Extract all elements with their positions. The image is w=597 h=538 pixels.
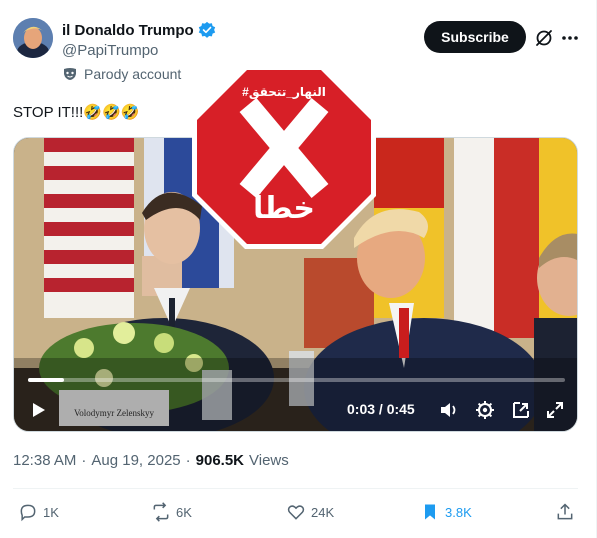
video-progress-bar[interactable] xyxy=(28,378,565,382)
video-progress-fill xyxy=(28,378,64,382)
stamp-hashtag: #النهار_تتحقق xyxy=(242,85,326,99)
tweet-card: il Donaldo Trumpo @PapiTrumpo Parody acc… xyxy=(0,0,597,538)
mask-icon xyxy=(64,68,76,80)
more-options-icon[interactable] xyxy=(560,28,580,48)
heart-icon xyxy=(287,505,305,520)
picture-in-picture-icon[interactable] xyxy=(511,400,531,420)
bookmark-filled-icon xyxy=(425,504,435,520)
bookmark-count: 3.8K xyxy=(445,504,472,520)
video-time: 0:03 / 0:45 xyxy=(347,401,415,417)
reply-count: 1K xyxy=(43,504,59,520)
share-button[interactable] xyxy=(555,502,575,522)
views-label: Views xyxy=(249,452,289,469)
meta-separator: · xyxy=(185,452,191,469)
repost-icon xyxy=(153,502,169,522)
author-handle[interactable]: @PapiTrumpo xyxy=(62,42,158,59)
verified-badge-icon xyxy=(198,21,215,38)
play-icon[interactable] xyxy=(28,400,48,420)
tweet-text: STOP IT!!!🤣🤣🤣 xyxy=(13,104,140,121)
like-button[interactable]: 24K xyxy=(286,502,334,522)
divider xyxy=(13,488,578,489)
author-name-row[interactable]: il Donaldo Trumpo xyxy=(62,21,216,39)
reply-icon xyxy=(20,504,36,522)
stamp-verdict: خطأ xyxy=(252,192,316,225)
like-count: 24K xyxy=(311,504,335,520)
tweet-meta: 12:38 AM · Aug 19, 2025 · 906.5K Views xyxy=(13,452,289,469)
fact-check-stamp: #النهار_تتحقق خطأ xyxy=(190,63,378,251)
share-icon xyxy=(557,503,573,520)
tweet-date[interactable]: Aug 19, 2025 xyxy=(91,452,180,469)
parody-label: Parody account xyxy=(62,66,181,82)
reply-button[interactable]: 1K xyxy=(18,502,59,522)
meta-separator: · xyxy=(81,452,87,469)
grok-icon[interactable] xyxy=(534,28,554,48)
views-count: 906.5K xyxy=(195,452,245,469)
avatar-image xyxy=(13,18,53,58)
parody-label-text: Parody account xyxy=(84,66,182,82)
avatar[interactable] xyxy=(13,18,53,58)
repost-button[interactable]: 6K xyxy=(151,502,192,522)
subscribe-button[interactable]: Subscribe xyxy=(424,21,526,53)
settings-gear-icon[interactable] xyxy=(475,400,495,420)
repost-count: 6K xyxy=(176,504,192,520)
tweet-time[interactable]: 12:38 AM xyxy=(13,452,76,469)
bookmark-button[interactable]: 3.8K xyxy=(420,502,472,522)
author-display-name[interactable]: il Donaldo Trumpo xyxy=(62,22,194,39)
volume-icon[interactable] xyxy=(439,400,459,420)
fullscreen-icon[interactable] xyxy=(545,400,565,420)
